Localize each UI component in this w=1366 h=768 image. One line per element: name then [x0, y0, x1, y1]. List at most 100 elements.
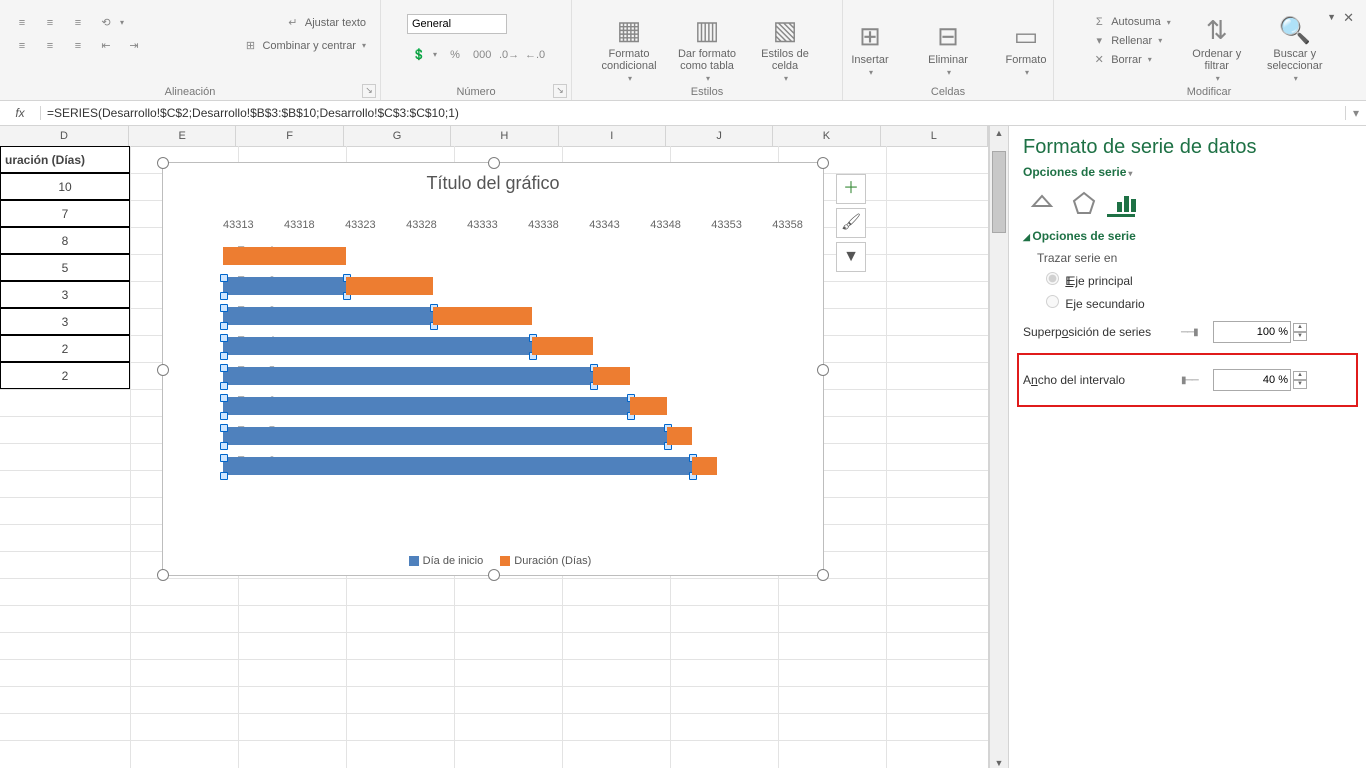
alignment-launcher[interactable]: ↘	[362, 84, 376, 98]
chart-title[interactable]: Título del gráfico	[163, 173, 823, 194]
col-header[interactable]: D	[0, 126, 129, 146]
table-cell[interactable]: 3	[0, 308, 130, 335]
chart-bar-start[interactable]	[223, 397, 630, 415]
pane-subtitle[interactable]: Opciones de serie	[1023, 165, 1352, 179]
col-header[interactable]: H	[451, 126, 558, 146]
gap-input[interactable]	[1213, 369, 1291, 391]
align-right-button[interactable]: ≡	[66, 37, 90, 54]
chart-bar-duration[interactable]	[692, 457, 717, 475]
table-cell[interactable]: 8	[0, 227, 130, 254]
gap-label: Ancho del intervalo	[1023, 373, 1181, 387]
gap-spin-down[interactable]: ▼	[1293, 380, 1307, 389]
chart-bar-start[interactable]	[223, 277, 346, 295]
scroll-up-button[interactable]: ▲	[990, 128, 1008, 138]
autosum-button[interactable]: ΣAutosuma	[1087, 14, 1175, 30]
clear-button[interactable]: ✕Borrar	[1087, 51, 1175, 68]
table-header-cell[interactable]: uración (Días)	[0, 146, 130, 173]
fill-line-tab[interactable]	[1023, 189, 1051, 217]
decrease-indent-button[interactable]: ⇤	[94, 37, 118, 54]
gap-width-highlight: Ancho del intervalo ▮── ▲▼	[1017, 353, 1358, 407]
fill-button[interactable]: ▾Rellenar	[1087, 32, 1175, 49]
currency-button[interactable]: 💲	[407, 46, 441, 63]
radio-primary-axis[interactable]: EEje principal	[1041, 269, 1352, 288]
insert-cells-button[interactable]: ⊞Insertar	[834, 14, 906, 84]
work-area: D E F G H I J K L uración (Días)10785332…	[0, 126, 1366, 768]
chart-legend[interactable]: Día de inicio Duración (Días)	[163, 555, 823, 567]
fx-icon[interactable]: fx	[0, 106, 41, 120]
number-format-select[interactable]	[407, 14, 507, 34]
radio-secondary-axis[interactable]: Eje secundario	[1041, 292, 1352, 311]
format-as-table-button[interactable]: ▥Dar formato como tabla	[671, 14, 743, 84]
col-header[interactable]: K	[773, 126, 880, 146]
col-header[interactable]: G	[344, 126, 451, 146]
col-header[interactable]: I	[559, 126, 666, 146]
chart-bar-duration[interactable]	[346, 277, 432, 295]
col-header[interactable]: J	[666, 126, 773, 146]
overlap-input[interactable]	[1213, 321, 1291, 343]
number-launcher[interactable]: ↘	[553, 84, 567, 98]
effects-tab[interactable]	[1065, 189, 1093, 217]
table-cell[interactable]: 2	[0, 335, 130, 362]
chart-bar-duration[interactable]	[593, 367, 630, 385]
overlap-spin-down[interactable]: ▼	[1293, 332, 1307, 341]
col-header[interactable]: F	[236, 126, 343, 146]
chart-bar-duration[interactable]	[223, 247, 346, 265]
conditional-format-button[interactable]: ▦Formato condicional	[593, 14, 665, 84]
chart-object[interactable]: Título del gráfico 433134331843323433284…	[162, 162, 824, 576]
align-left-button[interactable]: ≡	[10, 37, 34, 54]
table-cell[interactable]: 10	[0, 173, 130, 200]
gap-slider[interactable]: ▮──	[1181, 375, 1213, 386]
chart-bar-duration[interactable]	[433, 307, 532, 325]
gap-spin-up[interactable]: ▲	[1293, 371, 1307, 380]
chart-bar-duration[interactable]	[532, 337, 594, 355]
overlap-slider[interactable]: ──▮	[1181, 327, 1213, 338]
align-center-button[interactable]: ≡	[38, 37, 62, 54]
series-options-tab[interactable]	[1107, 189, 1135, 217]
spreadsheet-grid[interactable]: D E F G H I J K L uración (Días)10785332…	[0, 126, 989, 768]
chart-bar-start[interactable]	[223, 457, 692, 475]
increase-indent-button[interactable]: ⇥	[122, 37, 146, 54]
cell-styles-button[interactable]: ▧Estilos de celda	[749, 14, 821, 84]
table-cell[interactable]: 2	[0, 362, 130, 389]
chart-styles-button[interactable]: 🖌	[836, 208, 866, 238]
formula-expand-button[interactable]: ▾	[1345, 106, 1366, 120]
overlap-spin-up[interactable]: ▲	[1293, 323, 1307, 332]
chart-bar-start[interactable]	[223, 337, 532, 355]
merge-center-button[interactable]: ⊞Combinar y centrar	[238, 37, 370, 54]
section-series-options[interactable]: Opciones de serie	[1023, 229, 1352, 243]
overlap-label: Superposición de series	[1023, 325, 1181, 339]
decrease-decimal-button[interactable]: ←.0	[521, 46, 545, 63]
col-header[interactable]: E	[129, 126, 236, 146]
scroll-down-button[interactable]: ▼	[990, 758, 1008, 768]
orientation-button[interactable]: ⟲	[94, 14, 128, 31]
increase-decimal-button[interactable]: .0→	[495, 46, 519, 63]
chart-bar-start[interactable]	[223, 307, 433, 325]
formula-input[interactable]	[41, 106, 1345, 120]
percent-button[interactable]: %	[443, 46, 467, 63]
chart-elements-button[interactable]: ＋	[836, 174, 866, 204]
chart-bar-start[interactable]	[223, 427, 667, 445]
vertical-scrollbar[interactable]: ▲ ▼	[989, 126, 1008, 768]
delete-cells-button[interactable]: ⊟Eliminar	[912, 14, 984, 84]
find-select-button[interactable]: 🔍Buscar y seleccionar	[1259, 14, 1331, 84]
wrap-text-button[interactable]: ↵Ajustar texto	[281, 14, 370, 31]
pane-dropdown-icon[interactable]: ▼	[1327, 12, 1336, 22]
table-cell[interactable]: 3	[0, 281, 130, 308]
sort-filter-button[interactable]: ⇅Ordenar y filtrar	[1181, 14, 1253, 84]
chart-bar-duration[interactable]	[630, 397, 667, 415]
chart-bar-duration[interactable]	[667, 427, 692, 445]
chart-bar-start[interactable]	[223, 367, 593, 385]
format-cells-button[interactable]: ▭Formato	[990, 14, 1062, 84]
group-label-number: Número	[456, 86, 495, 98]
col-header[interactable]: L	[881, 126, 988, 146]
scroll-thumb[interactable]	[992, 151, 1006, 233]
align-bottom-button[interactable]: ≡	[66, 14, 90, 31]
align-top-button[interactable]: ≡	[10, 14, 34, 31]
table-cell[interactable]: 7	[0, 200, 130, 227]
align-middle-button[interactable]: ≡	[38, 14, 62, 31]
comma-button[interactable]: 000	[469, 46, 493, 63]
chart-filter-button[interactable]: ▼	[836, 242, 866, 272]
table-cell[interactable]: 5	[0, 254, 130, 281]
chart-plot-area[interactable]: Tarea-1Tarea-2Tarea-3Tarea-4Tarea-5Tarea…	[223, 243, 803, 515]
pane-close-button[interactable]: ✕	[1343, 10, 1354, 26]
